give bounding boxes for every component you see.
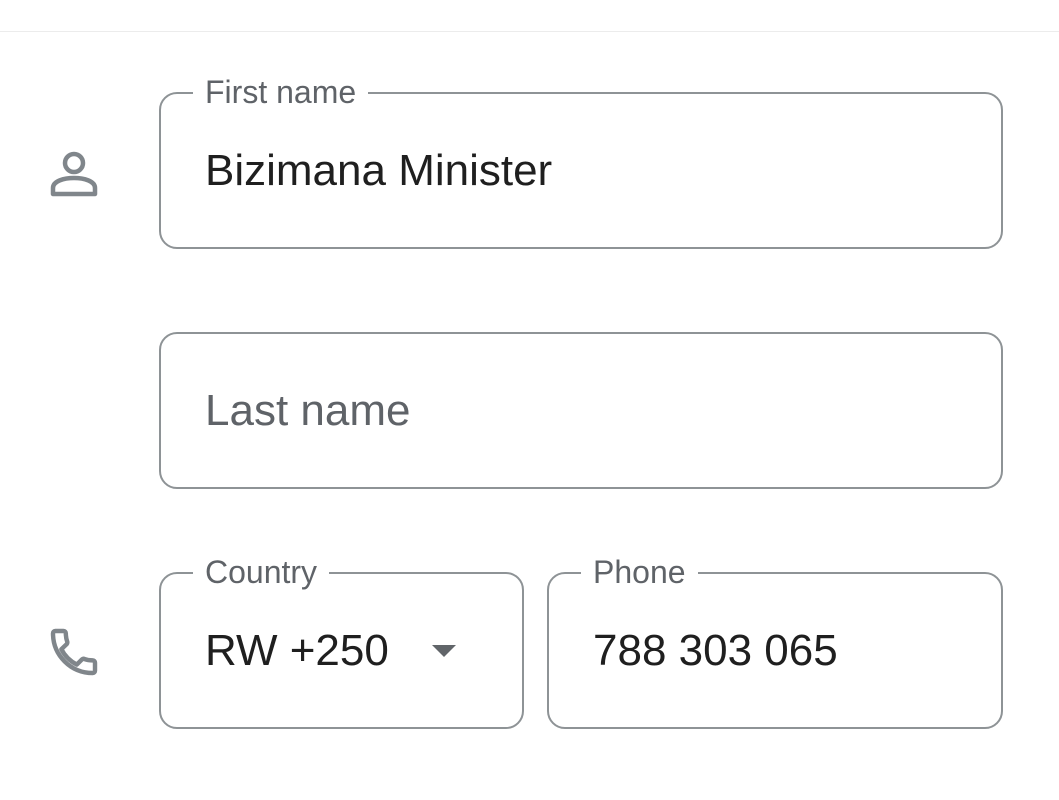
first-name-field[interactable]: First name Bizimana Minister xyxy=(159,72,1003,249)
top-divider xyxy=(0,31,1059,32)
country-label: Country xyxy=(193,552,330,592)
last-name-placeholder[interactable]: Last name xyxy=(205,385,410,437)
phone-field[interactable]: Phone 788 303 065 xyxy=(547,552,1003,729)
dropdown-arrow-icon[interactable] xyxy=(432,644,456,657)
phone-label: Phone xyxy=(581,552,698,592)
country-select[interactable]: Country RW +250 xyxy=(159,552,524,729)
last-name-field[interactable]: Last name xyxy=(159,332,1003,489)
first-name-value[interactable]: Bizimana Minister xyxy=(205,145,552,197)
country-value[interactable]: RW +250 xyxy=(205,625,389,677)
person-icon xyxy=(48,150,100,200)
first-name-label: First name xyxy=(193,72,369,112)
phone-value[interactable]: 788 303 065 xyxy=(593,625,838,677)
phone-icon xyxy=(46,624,102,680)
